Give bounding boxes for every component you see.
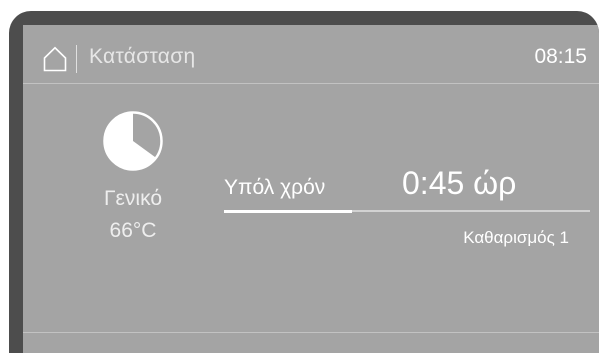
home-icon bbox=[43, 46, 67, 72]
program-name: Γενικό bbox=[103, 187, 163, 210]
pie-progress-icon bbox=[103, 111, 163, 171]
header-separator bbox=[23, 83, 599, 84]
progress-bar-fill bbox=[224, 209, 353, 213]
header-divider bbox=[76, 45, 77, 73]
status-header: Κατάσταση 08:15 bbox=[23, 25, 599, 75]
display-screen: Κατάσταση 08:15 Γενικό 66°C Υπόλ χρόν 0:… bbox=[23, 25, 599, 353]
page-title: Κατάσταση bbox=[89, 45, 196, 68]
progress-bar bbox=[224, 209, 590, 213]
remaining-time-value: 0:45 ώρ bbox=[402, 165, 517, 201]
home-button[interactable] bbox=[43, 46, 67, 72]
phase-label: Καθαρισμός 1 bbox=[463, 228, 569, 247]
footer-separator bbox=[23, 332, 599, 333]
device-bezel: Κατάσταση 08:15 Γενικό 66°C Υπόλ χρόν 0:… bbox=[9, 11, 599, 353]
remaining-time-label: Υπόλ χρόν bbox=[224, 176, 326, 199]
program-temperature: 66°C bbox=[109, 219, 157, 242]
clock: 08:15 bbox=[534, 45, 587, 68]
